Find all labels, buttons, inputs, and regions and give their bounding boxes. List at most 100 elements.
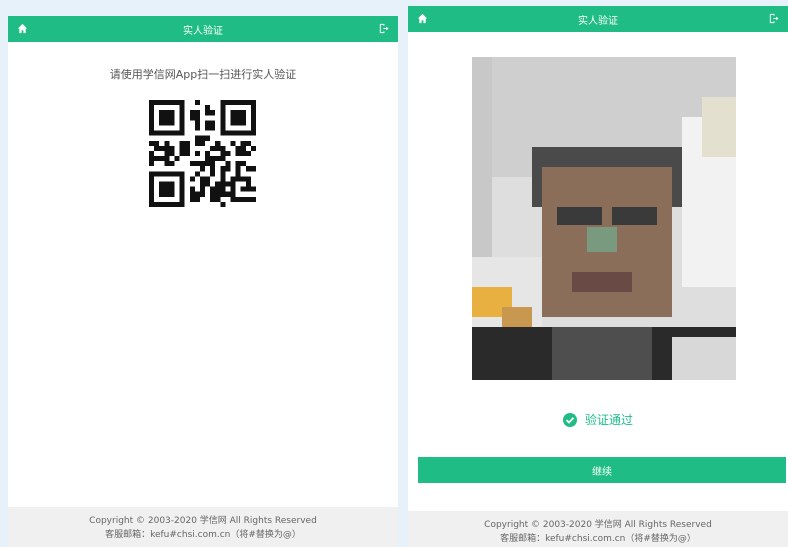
qr-module	[205, 156, 211, 162]
qr-module	[225, 166, 231, 172]
qr-module	[210, 110, 216, 116]
qr-module	[189, 176, 195, 182]
qr-module	[154, 171, 160, 177]
qr-module	[210, 156, 216, 162]
qr-module	[164, 201, 170, 207]
qr-module	[250, 125, 256, 131]
qr-module	[210, 161, 216, 167]
qr-module	[220, 110, 226, 116]
qr-module	[220, 176, 226, 182]
footer-copyright: Copyright © 2003-2020 学信网 All Rights Res…	[89, 516, 317, 526]
qr-module	[179, 105, 185, 111]
qr-module	[215, 191, 221, 197]
qr-module	[205, 125, 211, 131]
qr-module	[230, 196, 236, 202]
qr-module	[220, 145, 226, 151]
qr-module	[169, 120, 175, 126]
qr-module	[250, 130, 256, 136]
qr-module	[164, 156, 170, 162]
qr-module	[174, 130, 180, 136]
qr-module	[159, 181, 165, 187]
qr-module	[179, 125, 185, 131]
qr-module	[250, 120, 256, 126]
qr-module	[149, 171, 155, 177]
qr-module	[220, 115, 226, 121]
qr-module	[245, 130, 251, 136]
qr-module	[225, 130, 231, 136]
qr-module	[174, 156, 180, 162]
qr-module	[215, 181, 221, 187]
qr-module	[245, 140, 251, 146]
exit-icon[interactable]	[378, 23, 389, 34]
exit-icon[interactable]	[768, 13, 779, 24]
qr-module	[179, 171, 185, 177]
qr-module	[220, 105, 226, 111]
page-title: 实人验证	[578, 15, 618, 27]
qr-module	[194, 135, 200, 141]
qr-module	[194, 161, 200, 167]
qr-module	[210, 171, 216, 177]
qr-module	[179, 201, 185, 207]
qr-module	[149, 125, 155, 131]
qr-module	[235, 130, 241, 136]
qr-module	[230, 120, 236, 126]
qr-module	[149, 201, 155, 207]
qr-module	[245, 150, 251, 157]
qr-module	[245, 176, 251, 182]
qr-module	[149, 181, 155, 187]
qr-module	[159, 156, 165, 162]
qr-module	[174, 201, 180, 207]
qr-module	[240, 176, 246, 182]
qr-module	[215, 196, 221, 202]
qr-module	[210, 196, 216, 202]
footer: Copyright © 2003-2020 学信网 All Rights Res…	[408, 511, 788, 547]
qr-module	[235, 115, 241, 121]
qr-module	[245, 186, 251, 192]
qr-module	[164, 186, 170, 192]
qr-module	[194, 115, 200, 121]
qr-module	[205, 110, 211, 116]
qr-module	[245, 100, 251, 106]
qr-module	[240, 140, 246, 146]
qr-module	[194, 196, 200, 202]
qr-module	[220, 201, 226, 207]
qr-module	[189, 115, 195, 121]
home-icon[interactable]	[417, 13, 428, 24]
continue-button[interactable]: 继续	[418, 457, 786, 483]
footer: Copyright © 2003-2020 学信网 All Rights Res…	[8, 507, 398, 547]
qr-module	[159, 130, 165, 136]
qr-module	[194, 125, 200, 131]
qr-module	[154, 130, 160, 136]
qr-module	[235, 161, 241, 167]
qr-module	[240, 150, 246, 157]
qr-module	[149, 196, 155, 202]
qr-module	[149, 105, 155, 111]
home-icon[interactable]	[17, 23, 28, 34]
qr-module	[174, 100, 180, 106]
qr-module	[220, 120, 226, 126]
qr-module	[164, 150, 170, 157]
qr-module	[179, 176, 185, 182]
qr-module	[245, 181, 251, 187]
qr-module	[169, 150, 175, 157]
qr-module	[240, 161, 246, 167]
qr-module	[159, 145, 165, 151]
qr-module	[169, 145, 175, 151]
qr-module	[169, 110, 175, 116]
qr-module	[159, 171, 165, 177]
qr-module	[245, 196, 251, 202]
qr-module	[205, 120, 211, 126]
footer-contact: 客服邮箱：kefu#chsi.com.cn（将#替换为@）	[500, 534, 696, 544]
header-bar: 实人验证	[408, 6, 788, 32]
qr-module	[154, 140, 160, 146]
qr-module	[179, 145, 185, 151]
qr-module	[230, 115, 236, 121]
qr-module	[169, 201, 175, 207]
qr-module	[194, 120, 200, 126]
qr-code	[149, 100, 256, 207]
qr-module	[210, 166, 216, 172]
qr-module	[149, 130, 155, 136]
qr-module	[230, 110, 236, 116]
qr-module	[194, 171, 200, 177]
page-title: 实人验证	[183, 25, 223, 37]
